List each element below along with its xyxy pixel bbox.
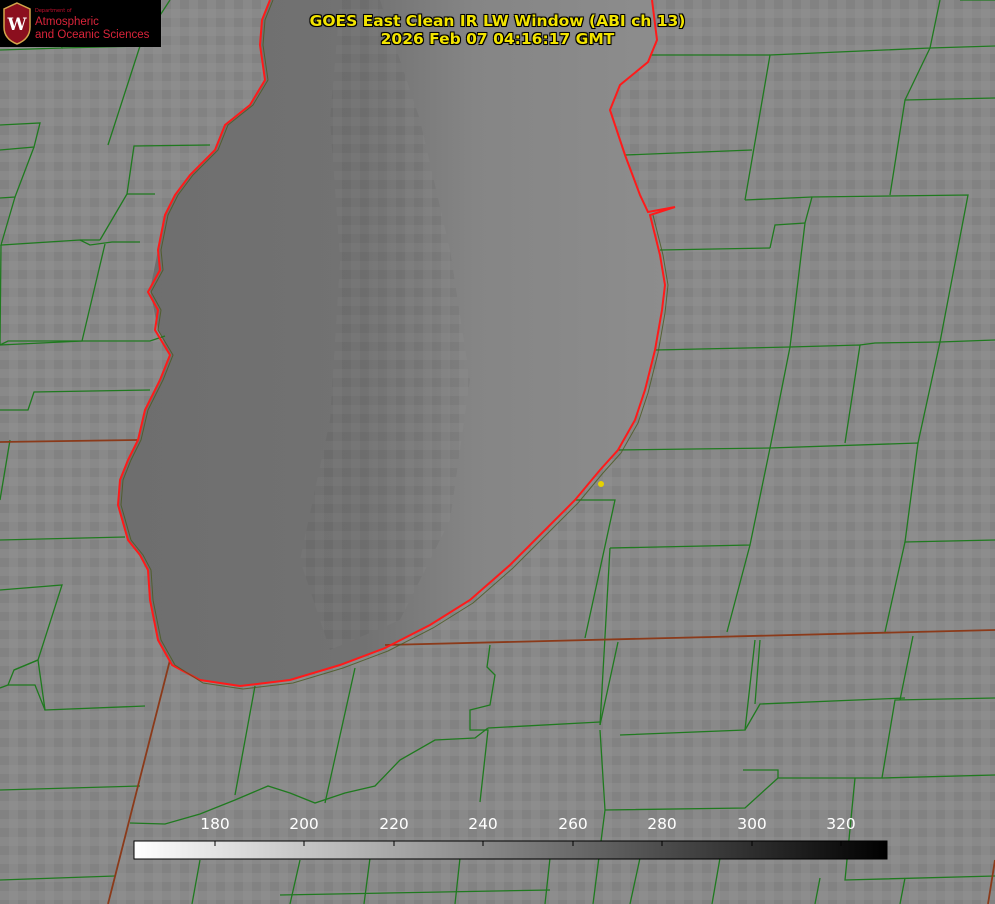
timestamp: 2026 Feb 07 04:16:17 GMT (380, 30, 615, 48)
colorbar-tick-label: 260 (558, 815, 588, 833)
colorbar-tick-label: 200 (289, 815, 319, 833)
product-title: GOES East Clean IR LW Window (ABI ch 13) (309, 12, 686, 30)
satellite-image-viewer: W Department of Atmospheric and Oceanic … (0, 0, 995, 904)
colorbar-tick-label: 180 (200, 815, 230, 833)
uw-aos-logo: W Department of Atmospheric and Oceanic … (0, 0, 161, 47)
colorbar-tick-label: 320 (826, 815, 856, 833)
logo-line2: and Oceanic Sciences (35, 29, 150, 41)
colorbar (133, 840, 888, 860)
location-marker (598, 481, 604, 487)
uw-crest-icon: W (3, 2, 31, 45)
satellite-map (0, 0, 995, 904)
colorbar-tick-label: 280 (647, 815, 677, 833)
colorbar-tick-label: 240 (468, 815, 498, 833)
crest-letter: W (6, 15, 27, 35)
colorbar-tick-label: 220 (379, 815, 409, 833)
logo-line1: Atmospheric (35, 16, 99, 28)
colorbar-tick-label: 300 (737, 815, 767, 833)
logo-department: Department of (35, 8, 72, 14)
